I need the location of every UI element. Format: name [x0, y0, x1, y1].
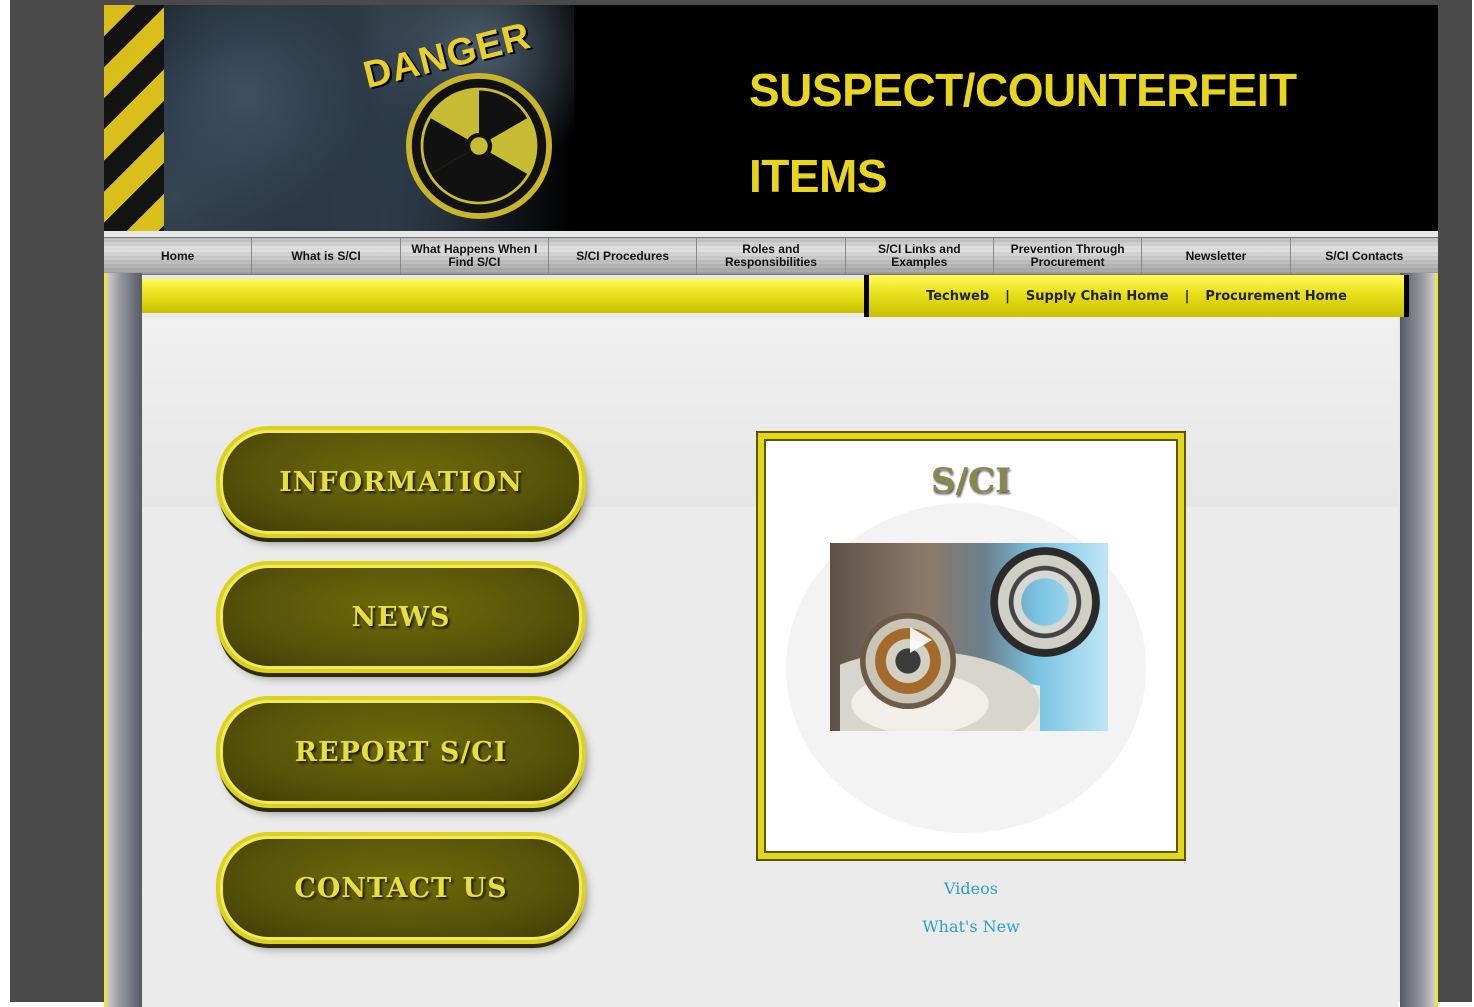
- radiation-icon: [406, 73, 552, 219]
- sub-links-bar: Techweb | Supply Chain Home | Procuremen…: [864, 275, 1409, 317]
- bearing-small-image: [860, 613, 956, 709]
- header-banner: DANGER SUSPECT/COUNTERFEIT ITEMS: [104, 5, 1438, 231]
- link-techweb[interactable]: Techweb: [926, 289, 989, 304]
- main-nav: Home What is S/CI What Happens When I Fi…: [104, 237, 1438, 275]
- nav-procedures[interactable]: S/CI Procedures: [548, 238, 698, 274]
- page-title: SUSPECT/COUNTERFEIT ITEMS: [749, 47, 1297, 219]
- nav-roles[interactable]: Roles and Responsibilities: [697, 238, 846, 274]
- hazard-stripe: [104, 5, 164, 231]
- title-line-1: SUSPECT/COUNTERFEIT: [749, 64, 1297, 116]
- contact-us-button[interactable]: CONTACT US: [220, 836, 582, 940]
- nav-contacts[interactable]: S/CI Contacts: [1290, 238, 1438, 274]
- nav-links-examples[interactable]: S/CI Links and Examples: [845, 238, 994, 274]
- frame-right: [1400, 273, 1438, 1007]
- title-line-2: ITEMS: [749, 150, 888, 202]
- separator: |: [1005, 288, 1010, 304]
- nav-what-is-sci[interactable]: What is S/CI: [252, 238, 401, 274]
- link-procurement-home[interactable]: Procurement Home: [1205, 289, 1347, 304]
- nav-prevention[interactable]: Prevention Through Procurement: [993, 238, 1143, 274]
- nav-home[interactable]: Home: [104, 238, 253, 274]
- information-button[interactable]: INFORMATION: [220, 430, 582, 534]
- frame-left: [104, 273, 142, 1007]
- nav-what-happens[interactable]: What Happens When I Find S/CI: [400, 238, 549, 274]
- video-panel: S/CI: [758, 433, 1184, 859]
- page-container: DANGER SUSPECT/COUNTERFEIT ITEMS Home Wh…: [104, 5, 1438, 1007]
- video-thumbnail[interactable]: [830, 543, 1108, 731]
- link-supply-chain-home[interactable]: Supply Chain Home: [1026, 289, 1169, 304]
- separator: |: [1184, 288, 1190, 304]
- nav-newsletter[interactable]: Newsletter: [1142, 238, 1291, 274]
- videos-link[interactable]: Videos: [758, 879, 1184, 898]
- report-sci-button[interactable]: REPORT S/CI: [220, 700, 582, 804]
- panel-title: S/CI: [931, 461, 1011, 501]
- whats-new-link[interactable]: What's New: [758, 917, 1184, 936]
- play-icon[interactable]: [910, 627, 932, 653]
- news-button[interactable]: NEWS: [220, 565, 582, 669]
